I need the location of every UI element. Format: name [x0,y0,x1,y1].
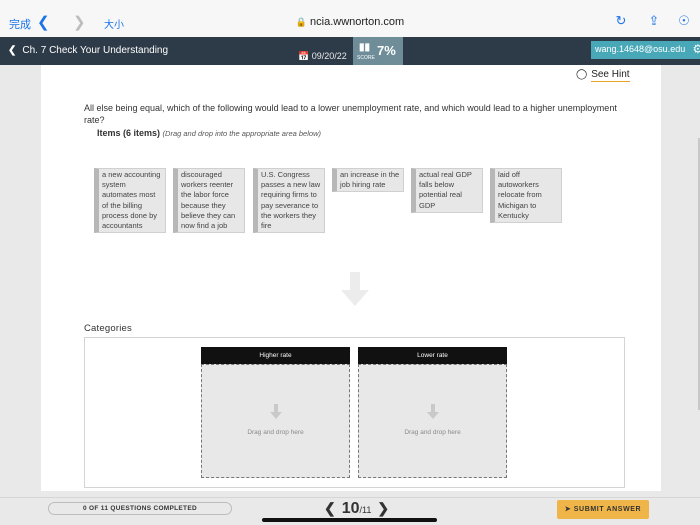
lightbulb-icon: ◯ [576,69,588,80]
lock-icon: 🔒 [295,17,308,27]
home-indicator [262,518,437,522]
drag-item[interactable]: discouraged workers reenter the labor fo… [173,168,245,234]
arrow-down-icon [270,404,282,419]
address-bar[interactable]: 🔒 ncia.wwnorton.com [0,16,700,28]
hint-label: See Hint [591,69,630,82]
reload-icon[interactable]: ↻ [613,13,629,29]
url-text: ncia.wwnorton.com [310,16,405,28]
progress-pill: 0 OF 11 QUESTIONS COMPLETED [48,502,232,515]
items-instruction: (Drag and drop into the appropriate area… [162,129,321,138]
chevron-left-icon: ❮ [8,45,17,56]
submit-label: SUBMIT ANSWER [573,506,642,513]
items-count: Items (6 items) [97,128,161,138]
drag-item[interactable]: actual real GDP falls below potential re… [411,168,483,213]
total-questions: /11 [359,505,372,515]
user-menu[interactable]: wang.14648@osu.edu ⚙ [591,41,700,59]
rocket-icon: ➤ [564,506,572,513]
browser-toolbar: 完成 ❮ ❯ 大小 🔒 ncia.wwnorton.com ↻ ⇪ ☉ [0,0,700,42]
bar-chart-icon: ▮▮ [359,42,371,53]
user-email: wang.14648@osu.edu [595,44,686,54]
gear-icon[interactable]: ⚙ [692,42,700,56]
drag-item[interactable]: an increase in the job hiring rate [332,168,404,193]
drag-item[interactable]: a new accounting system automates most o… [94,168,166,234]
next-question-button[interactable]: ❯ [377,500,389,516]
back-to-chapter-link[interactable]: ❮ Ch. 7 Check Your Understanding [8,45,168,56]
drop-hint: Drag and drop here [404,429,461,436]
page-title: Ch. 7 Check Your Understanding [22,45,169,56]
arrow-down-icon [427,404,439,419]
categories-label: Categories [84,323,132,334]
share-icon[interactable]: ⇪ [646,13,662,29]
score-value: 7% [377,43,396,58]
question-pager: ❮ 10/11 ❯ [318,500,395,518]
question-text: All else being equal, which of the follo… [84,103,617,125]
submit-answer-button[interactable]: ➤ SUBMIT ANSWER [557,500,649,519]
drag-item[interactable]: U.S. Congress passes a new law requiring… [253,168,325,234]
categories-area [84,337,625,488]
current-question: 10 [341,500,360,517]
drop-hint: Drag and drop here [247,429,304,436]
compass-icon[interactable]: ☉ [676,13,692,29]
footer-divider [0,497,700,498]
score-label: SCORE [357,55,375,61]
due-date-text: 09/20/22 [311,51,347,61]
higher-rate-dropzone[interactable]: Drag and drop here [201,364,350,478]
due-date: 📅 09/20/22 [298,51,347,62]
lower-rate-dropzone[interactable]: Drag and drop here [358,364,507,478]
see-hint-link[interactable]: ◯ See Hint [576,69,630,82]
items-heading: Items (6 items) (Drag and drop into the … [97,128,321,138]
calendar-icon: 📅 [298,51,310,61]
lower-rate-header: Lower rate [358,347,507,364]
higher-rate-header: Higher rate [201,347,350,364]
prev-question-button[interactable]: ❮ [324,500,336,516]
score-badge[interactable]: ▮▮ SCORE 7% [353,37,403,65]
arrow-down-icon [341,272,369,306]
drag-item[interactable]: laid off autoworkers relocate from Michi… [490,168,562,224]
